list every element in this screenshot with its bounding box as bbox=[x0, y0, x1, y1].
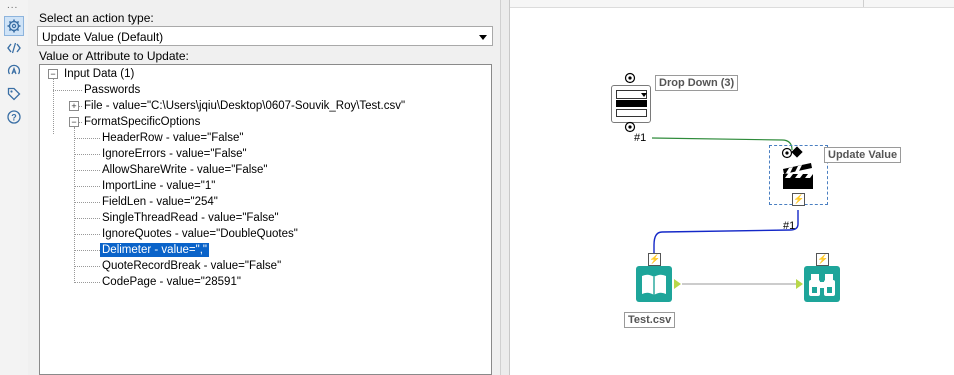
panel-splitter[interactable] bbox=[500, 0, 510, 375]
tree-line bbox=[74, 218, 100, 219]
tree-node-ignore-errors[interactable]: IgnoreErrors - value="False" bbox=[102, 147, 247, 161]
tree-node-code-page[interactable]: CodePage - value="28591" bbox=[102, 275, 241, 289]
tree-node-field-len[interactable]: FieldLen - value="254" bbox=[102, 195, 218, 209]
tree-node-file[interactable]: File - value="C:\Users\jqiu\Desktop\0607… bbox=[84, 99, 405, 113]
tree-line bbox=[53, 79, 54, 134]
tree-node-quote-record-break[interactable]: QuoteRecordBreak - value="False" bbox=[102, 259, 281, 273]
tree-node-allow-share-write[interactable]: AllowShareWrite - value="False" bbox=[102, 163, 268, 177]
clapperboard-icon[interactable] bbox=[781, 160, 815, 190]
collapse-toggle[interactable]: − bbox=[69, 117, 79, 127]
output-anchor-icon[interactable] bbox=[674, 279, 681, 289]
tree-line bbox=[74, 127, 75, 283]
tag-icon[interactable] bbox=[5, 85, 23, 103]
tree-line bbox=[74, 250, 100, 251]
action-type-value: Update Value (Default) bbox=[42, 30, 164, 44]
update-value-tool-label[interactable]: Update Value bbox=[824, 147, 902, 163]
tree-node-format-specific-options[interactable]: FormatSpecificOptions bbox=[84, 115, 200, 129]
drop-down-tool-icon[interactable] bbox=[611, 85, 651, 123]
connection-layer bbox=[651, 137, 799, 285]
tree-line bbox=[74, 234, 100, 235]
chevron-down-icon[interactable] bbox=[479, 35, 487, 40]
tree-line bbox=[74, 266, 100, 267]
settings-gear-icon[interactable] bbox=[4, 16, 24, 36]
tree-line bbox=[74, 282, 100, 283]
action-anchor-icon[interactable]: ⚡ bbox=[648, 253, 661, 266]
question-anchor-icon[interactable] bbox=[624, 72, 636, 84]
tree-line bbox=[53, 90, 82, 91]
svg-text:?: ? bbox=[11, 113, 17, 123]
input-data-book-icon[interactable] bbox=[636, 266, 672, 302]
browse-binoculars-icon[interactable] bbox=[804, 266, 840, 302]
tree-line bbox=[74, 186, 100, 187]
tree-line bbox=[74, 202, 100, 203]
collapse-toggle[interactable]: − bbox=[48, 69, 58, 79]
action-type-label: Select an action type: bbox=[39, 11, 154, 25]
tree-node-delimeter-selected[interactable]: Delimeter - value="," bbox=[99, 242, 210, 258]
action-connection[interactable] bbox=[653, 210, 799, 256]
expand-toggle[interactable]: + bbox=[69, 101, 79, 111]
tool-sidebar: ... ? bbox=[0, 0, 29, 375]
update-target-label: Value or Attribute to Update: bbox=[39, 49, 189, 63]
action-type-select[interactable]: Update Value (Default) bbox=[37, 26, 493, 46]
attribute-tree[interactable]: − + − Input Data (1) Passwords File - va… bbox=[39, 64, 492, 375]
more-dots[interactable]: ... bbox=[7, 0, 18, 11]
input-anchor-icon[interactable] bbox=[796, 279, 803, 289]
connection-anchor-label: #1 bbox=[783, 220, 796, 232]
code-xml-icon[interactable] bbox=[5, 39, 23, 57]
input-data-tool-label[interactable]: Test.csv bbox=[624, 312, 676, 328]
tree-node-input-data[interactable]: Input Data (1) bbox=[64, 67, 134, 81]
connection-anchor-label: #1 bbox=[634, 132, 647, 144]
tree-node-ignore-quotes[interactable]: IgnoreQuotes - value="DoubleQuotes" bbox=[102, 227, 298, 241]
tree-line bbox=[74, 138, 100, 139]
question-anchor-icon[interactable] bbox=[781, 147, 793, 159]
action-anchor-icon[interactable]: ⚡ bbox=[816, 253, 829, 266]
tree-node-single-thread-read[interactable]: SingleThreadRead - value="False" bbox=[102, 211, 279, 225]
tree-node-passwords[interactable]: Passwords bbox=[84, 83, 140, 97]
tree-node-import-line[interactable]: ImportLine - value="1" bbox=[102, 179, 215, 193]
action-anchor-icon[interactable]: ⚡ bbox=[792, 193, 805, 206]
tree-line bbox=[74, 170, 100, 171]
drop-down-tool-label[interactable]: Drop Down (3) bbox=[655, 75, 739, 91]
tree-line bbox=[74, 154, 100, 155]
help-question-icon[interactable]: ? bbox=[5, 108, 23, 126]
tree-node-header-row[interactable]: HeaderRow - value="False" bbox=[102, 131, 243, 145]
rename-annotation-icon[interactable] bbox=[5, 62, 23, 80]
